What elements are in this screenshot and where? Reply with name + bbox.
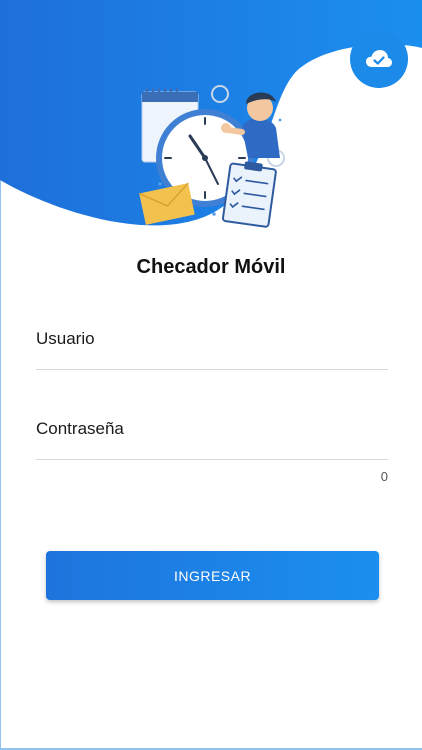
cloud-sync-button[interactable] bbox=[350, 30, 408, 88]
login-screen: Checador Móvil 0 INGRESAR bbox=[0, 0, 422, 750]
password-char-counter: 0 bbox=[380, 469, 388, 484]
envelope-icon bbox=[138, 182, 195, 225]
password-input[interactable] bbox=[36, 410, 388, 459]
clock-illustration bbox=[138, 85, 285, 228]
password-field[interactable] bbox=[36, 410, 388, 460]
cloud-check-icon bbox=[366, 50, 392, 67]
username-input[interactable] bbox=[36, 320, 388, 369]
app-title: Checador Móvil bbox=[136, 256, 286, 278]
username-field[interactable] bbox=[36, 320, 388, 370]
gear-icon bbox=[211, 85, 229, 103]
clipboard-icon bbox=[221, 161, 277, 228]
login-button[interactable]: INGRESAR bbox=[46, 551, 379, 600]
